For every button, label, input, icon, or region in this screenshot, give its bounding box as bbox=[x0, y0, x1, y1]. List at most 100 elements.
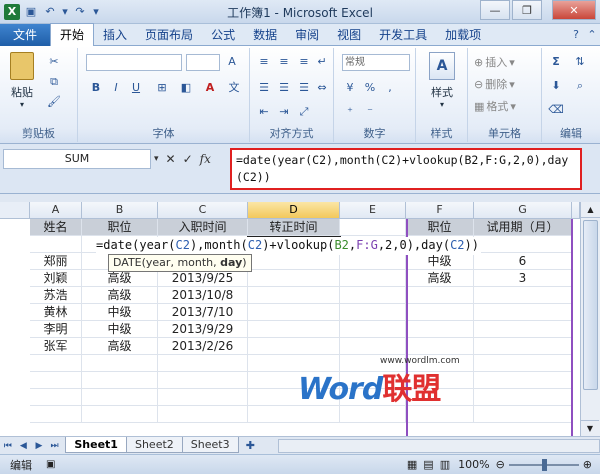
zoom-out-icon[interactable]: ⊖ bbox=[496, 458, 505, 471]
sheet-tab-1[interactable]: Sheet1 bbox=[65, 437, 127, 453]
format-painter-icon[interactable]: 🖌 bbox=[46, 94, 62, 110]
name-box-dropdown-icon[interactable]: ▾ bbox=[154, 154, 159, 164]
column-header-c[interactable]: C bbox=[158, 202, 248, 219]
table-header-cell[interactable]: 姓名 bbox=[30, 219, 82, 236]
sort-filter-icon[interactable]: ⇅ bbox=[572, 54, 588, 70]
scroll-thumb[interactable] bbox=[583, 220, 598, 390]
undo-dropdown-icon[interactable]: ▾ bbox=[61, 4, 69, 20]
page-layout-view-icon[interactable]: ▤ bbox=[423, 458, 433, 471]
sheet-tab-2[interactable]: Sheet2 bbox=[125, 437, 183, 453]
save-icon[interactable]: ▣ bbox=[23, 4, 39, 20]
zoom-level[interactable]: 100% bbox=[458, 458, 489, 471]
cell[interactable] bbox=[406, 406, 474, 423]
vertical-scrollbar[interactable]: ▲ ▼ bbox=[580, 202, 600, 436]
cancel-icon[interactable]: ✕ bbox=[166, 152, 176, 166]
cell[interactable] bbox=[340, 321, 406, 338]
table-cell[interactable]: 2013/2/26 bbox=[158, 338, 248, 355]
find-select-icon[interactable]: ⌕ bbox=[572, 78, 588, 94]
tab-insert[interactable]: 插入 bbox=[94, 24, 136, 46]
macro-record-icon[interactable]: ▣ bbox=[46, 459, 55, 470]
bold-icon[interactable]: B bbox=[88, 80, 104, 96]
table-cell[interactable]: 2013/9/25 bbox=[158, 270, 248, 287]
column-header-g[interactable]: G bbox=[474, 202, 572, 219]
cell[interactable] bbox=[406, 321, 474, 338]
close-button[interactable]: ✕ bbox=[552, 0, 596, 20]
table-cell[interactable]: 黄林 bbox=[30, 304, 82, 321]
horizontal-scrollbar[interactable] bbox=[278, 438, 600, 453]
scroll-up-icon[interactable]: ▲ bbox=[581, 202, 600, 218]
format-cells-button[interactable]: ▦ 格式 ▾ bbox=[474, 98, 516, 114]
cut-icon[interactable]: ✂ bbox=[46, 54, 62, 70]
column-header-e[interactable]: E bbox=[340, 202, 406, 219]
table-cell[interactable] bbox=[248, 270, 340, 287]
help-icon[interactable]: ? bbox=[568, 27, 584, 43]
table-cell[interactable] bbox=[30, 236, 82, 253]
align-center-icon[interactable]: ☰ bbox=[276, 80, 292, 96]
cell[interactable] bbox=[158, 355, 248, 372]
column-header-a[interactable]: A bbox=[30, 202, 82, 219]
normal-view-icon[interactable]: ▦ bbox=[407, 458, 417, 471]
cell[interactable] bbox=[30, 406, 82, 423]
cell[interactable] bbox=[406, 287, 474, 304]
cell[interactable] bbox=[474, 389, 572, 406]
decrease-indent-icon[interactable]: ⇤ bbox=[256, 104, 272, 120]
name-box[interactable]: SUM bbox=[3, 149, 151, 169]
cell[interactable] bbox=[82, 355, 158, 372]
page-break-view-icon[interactable]: ▥ bbox=[440, 458, 450, 471]
table-cell[interactable]: 李明 bbox=[30, 321, 82, 338]
cell[interactable] bbox=[248, 406, 340, 423]
styles-button[interactable]: A 样式 ▾ bbox=[424, 52, 460, 109]
table-cell[interactable]: 张军 bbox=[30, 338, 82, 355]
zoom-slider-thumb[interactable] bbox=[541, 458, 547, 471]
number-format-combo[interactable]: 常规 bbox=[342, 54, 410, 71]
table-cell[interactable]: 高级 bbox=[82, 287, 158, 304]
borders-icon[interactable]: ⊞ bbox=[154, 80, 170, 96]
cell[interactable] bbox=[340, 406, 406, 423]
comma-style-icon[interactable]: , bbox=[382, 80, 398, 96]
lookup-cell[interactable]: 3 bbox=[474, 270, 572, 287]
phonetic-icon[interactable]: 文 bbox=[226, 80, 242, 96]
tab-formulas[interactable]: 公式 bbox=[202, 24, 244, 46]
cell[interactable] bbox=[474, 321, 572, 338]
cell[interactable] bbox=[158, 372, 248, 389]
insert-cells-button[interactable]: ⊕ 插入 ▾ bbox=[474, 54, 515, 70]
cell[interactable] bbox=[158, 406, 248, 423]
insert-sheet-icon[interactable]: ✚ bbox=[243, 438, 259, 454]
tab-addins[interactable]: 加载项 bbox=[436, 24, 490, 46]
cell[interactable] bbox=[474, 372, 572, 389]
table-cell[interactable] bbox=[248, 304, 340, 321]
cell[interactable] bbox=[30, 355, 82, 372]
cell[interactable] bbox=[406, 338, 474, 355]
cell[interactable] bbox=[340, 270, 406, 287]
merge-cells-icon[interactable]: ⇔ bbox=[314, 80, 330, 96]
redo-icon[interactable]: ↷ bbox=[72, 4, 88, 20]
qat-customize-icon[interactable]: ▾ bbox=[91, 4, 101, 20]
column-header-h[interactable] bbox=[572, 202, 580, 219]
fill-color-icon[interactable]: ◧ bbox=[178, 80, 194, 96]
table-cell[interactable]: 2013/9/29 bbox=[158, 321, 248, 338]
select-all-corner[interactable] bbox=[0, 202, 30, 219]
undo-icon[interactable]: ↶ bbox=[42, 4, 58, 20]
cell[interactable] bbox=[340, 338, 406, 355]
tab-developer[interactable]: 开发工具 bbox=[370, 24, 436, 46]
tab-review[interactable]: 审阅 bbox=[286, 24, 328, 46]
table-cell[interactable] bbox=[248, 287, 340, 304]
cell[interactable] bbox=[340, 287, 406, 304]
cell[interactable] bbox=[30, 372, 82, 389]
table-header-cell[interactable]: 职位 bbox=[82, 219, 158, 236]
align-middle-icon[interactable]: ≡ bbox=[276, 54, 292, 70]
align-left-icon[interactable]: ☰ bbox=[256, 80, 272, 96]
scroll-down-icon[interactable]: ▼ bbox=[581, 420, 599, 436]
lookup-header-cell[interactable]: 职位 bbox=[406, 219, 474, 236]
italic-icon[interactable]: I bbox=[108, 80, 124, 96]
table-cell[interactable]: 高级 bbox=[82, 270, 158, 287]
table-cell[interactable]: 中级 bbox=[82, 304, 158, 321]
grow-font-icon[interactable]: A bbox=[224, 54, 240, 70]
table-cell[interactable]: 高级 bbox=[82, 338, 158, 355]
orientation-icon[interactable]: ⤢ bbox=[296, 104, 312, 120]
lookup-cell[interactable]: 6 bbox=[474, 253, 572, 270]
table-header-cell[interactable]: 转正时间 bbox=[248, 219, 340, 236]
column-header-b[interactable]: B bbox=[82, 202, 158, 219]
font-name-combo[interactable] bbox=[86, 54, 182, 71]
cell[interactable] bbox=[82, 389, 158, 406]
